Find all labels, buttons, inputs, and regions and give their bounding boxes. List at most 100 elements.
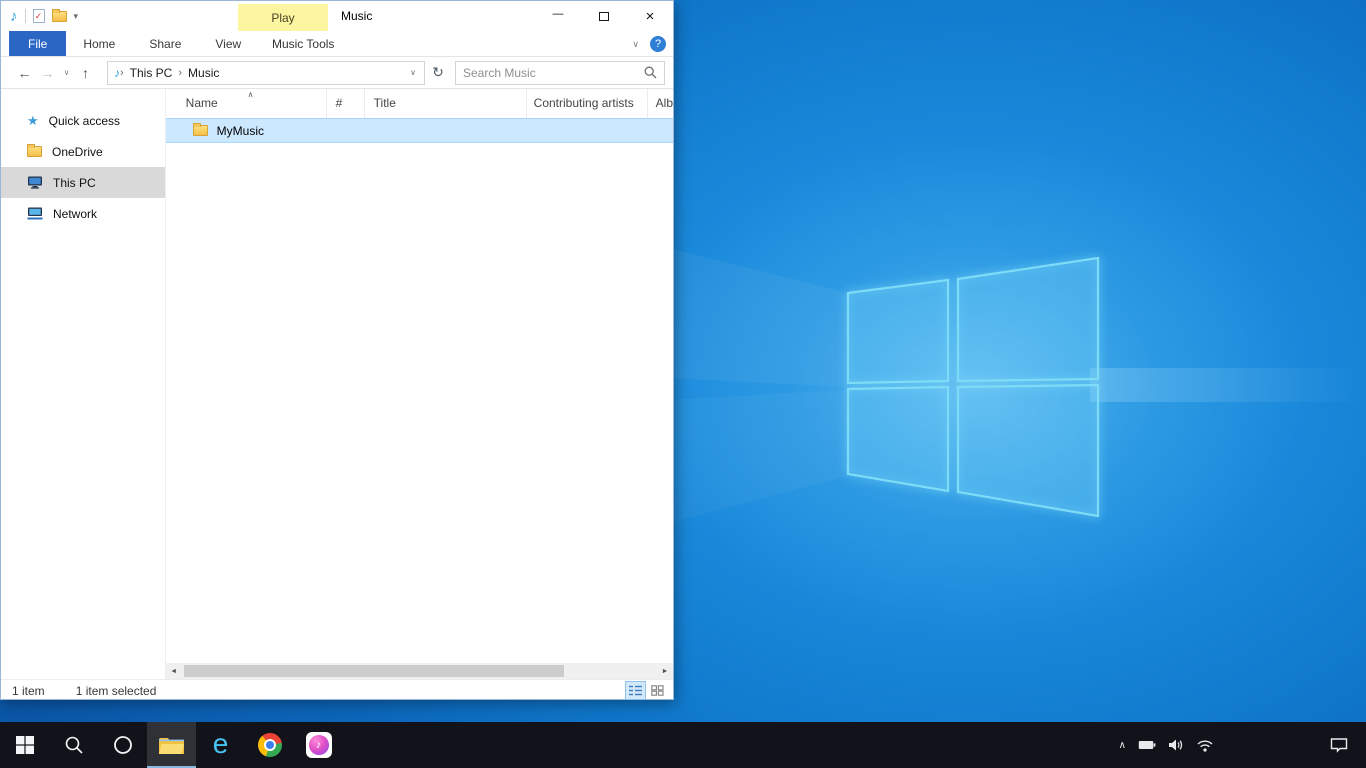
close-icon: × (646, 8, 655, 25)
column-header-album[interactable]: Alb (648, 89, 673, 118)
refresh-icon[interactable]: ↻ (427, 64, 449, 81)
music-note-icon: ♪ (10, 9, 18, 24)
thumbnails-view-button[interactable] (648, 682, 667, 699)
star-icon: ★ (27, 114, 39, 127)
file-list-pane: ∧ Name # Title Contributing artists Alb (166, 89, 673, 679)
column-headers: ∧ Name # Title Contributing artists Alb (166, 89, 673, 118)
taskbar-chrome-button[interactable] (245, 722, 294, 768)
forward-button[interactable]: → (36, 65, 59, 81)
itunes-note-icon: ♪ (309, 735, 329, 755)
details-view-icon (629, 685, 642, 696)
file-explorer-icon (158, 735, 185, 756)
computer-icon (27, 176, 43, 189)
column-label: Name (186, 96, 218, 110)
column-header-contributing-artists[interactable]: Contributing artists (527, 89, 648, 118)
up-button[interactable]: ↑ (74, 65, 97, 81)
address-dropdown-icon[interactable]: ∨ (404, 68, 422, 77)
scroll-right-icon[interactable]: ► (657, 668, 673, 675)
tray-expand-icon[interactable]: ∧ (1119, 740, 1126, 751)
file-name: MyMusic (217, 124, 264, 138)
system-tray: ∧ (1119, 722, 1214, 768)
explorer-window: ♪ ✓ ▾ Play Music — × File Home Share Vie… (0, 0, 674, 700)
file-row-mymusic[interactable]: MyMusic (166, 118, 673, 143)
column-label: Alb (656, 96, 673, 110)
help-icon[interactable]: ? (650, 36, 666, 52)
tab-file[interactable]: File (9, 31, 66, 56)
column-label: # (336, 96, 343, 110)
close-button[interactable]: × (627, 1, 673, 31)
action-center-button[interactable] (1330, 722, 1348, 768)
window-title: Music (341, 1, 372, 31)
search-icon (64, 735, 84, 755)
taskbar: e ♪ ∧ (0, 722, 1366, 768)
caption-buttons: — × (535, 1, 673, 31)
toolbar-divider (25, 9, 26, 23)
taskbar-search-button[interactable] (49, 722, 98, 768)
column-header-name[interactable]: ∧ Name (166, 89, 327, 118)
cortana-icon (112, 734, 134, 756)
internet-explorer-icon: e (213, 730, 229, 758)
scrollbar-thumb[interactable] (184, 665, 564, 677)
start-button[interactable] (0, 722, 49, 768)
window-content: ★ Quick access OneDrive This PC (1, 89, 673, 679)
status-bar: 1 item 1 item selected (1, 679, 673, 701)
action-center-icon (1330, 737, 1348, 753)
onedrive-folder-icon (27, 146, 42, 157)
breadcrumb-music[interactable]: Music (182, 66, 225, 80)
scroll-left-icon[interactable]: ◄ (166, 668, 182, 675)
details-view-button[interactable] (626, 682, 645, 699)
minimize-icon: — (553, 8, 564, 20)
maximize-icon (599, 12, 609, 21)
taskbar-itunes-button[interactable]: ♪ (294, 722, 343, 768)
navigation-bar: ← → ∨ ↑ ♪ › This PC › Music ∨ ↻ (1, 57, 673, 89)
sidebar-item-label: This PC (53, 176, 96, 190)
taskbar-internet-explorer-button[interactable]: e (196, 722, 245, 768)
new-folder-icon[interactable] (52, 11, 67, 22)
contextual-group-play[interactable]: Play (238, 4, 328, 31)
column-label: Contributing artists (534, 96, 634, 110)
folder-icon (193, 125, 208, 136)
sidebar-item-network[interactable]: Network (1, 198, 165, 229)
horizontal-scrollbar[interactable]: ◄ ► (166, 663, 673, 679)
tab-share[interactable]: Share (132, 31, 198, 56)
recent-locations-icon[interactable]: ∨ (59, 68, 74, 77)
windows-start-icon (15, 735, 35, 755)
thumbnails-view-icon (651, 685, 664, 696)
selected-count: 1 item selected (76, 684, 157, 698)
search-box (455, 61, 665, 85)
sidebar-item-label: OneDrive (52, 145, 103, 159)
sidebar-item-label: Quick access (49, 114, 120, 128)
cortana-button[interactable] (98, 722, 147, 768)
minimize-button[interactable]: — (535, 1, 581, 31)
address-bar[interactable]: ♪ › This PC › Music ∨ (107, 61, 425, 85)
ribbon-tabs: File Home Share View Music Tools ∨ ? (1, 31, 673, 57)
tab-home[interactable]: Home (66, 31, 132, 56)
back-button[interactable]: ← (13, 65, 36, 81)
item-count: 1 item (12, 684, 45, 698)
search-icon[interactable] (644, 66, 657, 79)
search-input[interactable] (463, 66, 644, 80)
battery-icon[interactable] (1138, 739, 1156, 751)
customize-toolbar-icon[interactable]: ▾ (74, 11, 79, 22)
maximize-button[interactable] (581, 1, 627, 31)
sidebar-item-label: Network (53, 207, 97, 221)
sidebar-item-quick-access[interactable]: ★ Quick access (1, 105, 165, 136)
taskbar-file-explorer-button[interactable] (147, 722, 196, 768)
sidebar-item-onedrive[interactable]: OneDrive (1, 136, 165, 167)
network-icon (27, 207, 43, 220)
expand-ribbon-icon[interactable]: ∨ (632, 39, 639, 50)
breadcrumb-this-pc[interactable]: This PC (124, 66, 179, 80)
tab-music-tools[interactable]: Music Tools (258, 31, 348, 56)
column-label: Title (374, 96, 396, 110)
chrome-icon (258, 733, 282, 757)
network-wifi-icon[interactable] (1196, 738, 1214, 752)
itunes-icon: ♪ (306, 732, 332, 758)
tab-view[interactable]: View (198, 31, 258, 56)
sidebar-item-this-pc[interactable]: This PC (1, 167, 165, 198)
ribbon-controls: ∨ ? (632, 31, 666, 57)
column-header-number[interactable]: # (327, 89, 365, 118)
properties-icon[interactable]: ✓ (33, 9, 45, 23)
column-header-title[interactable]: Title (365, 89, 527, 118)
sort-ascending-icon: ∧ (248, 89, 254, 109)
volume-icon[interactable] (1168, 738, 1184, 752)
